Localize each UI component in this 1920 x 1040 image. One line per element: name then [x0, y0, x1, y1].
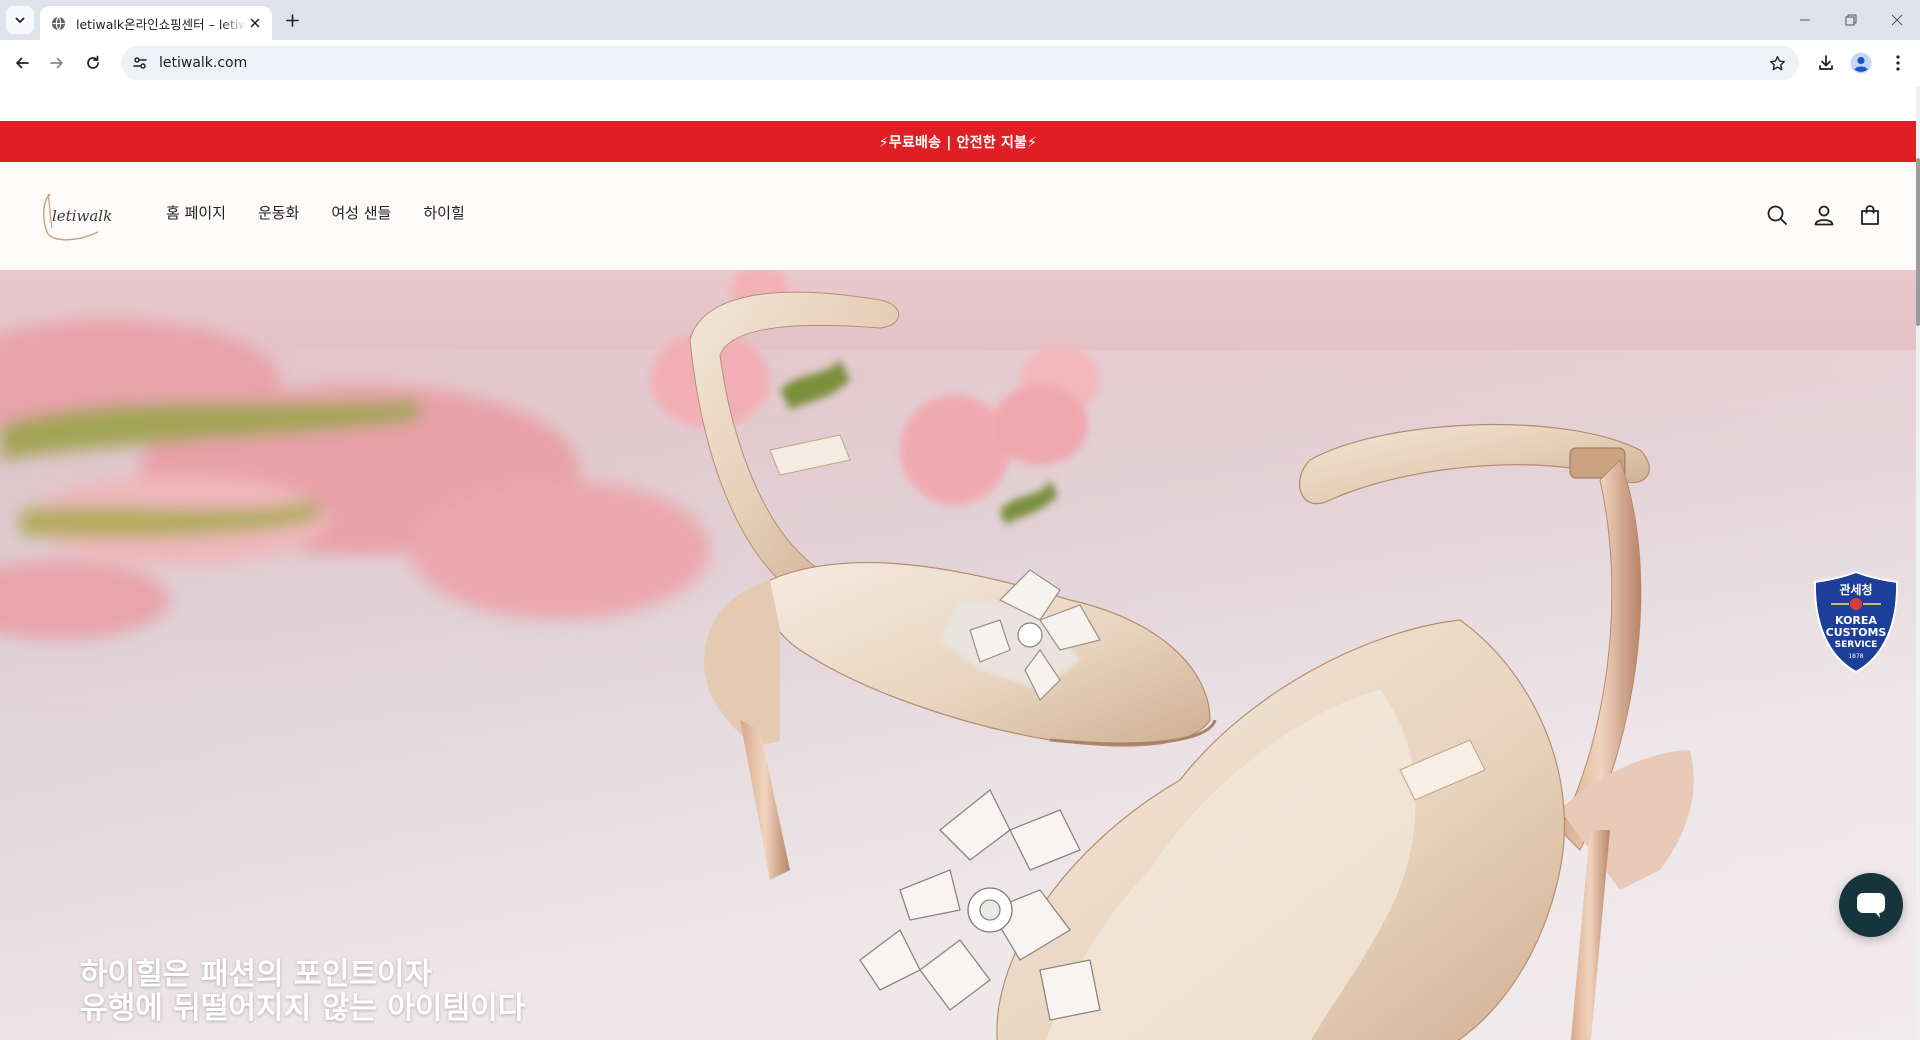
- page-scrollbar-thumb[interactable]: [1916, 158, 1920, 326]
- search-icon[interactable]: [1762, 200, 1792, 230]
- nav-high-heels[interactable]: 하이힐: [423, 202, 464, 223]
- nav-home[interactable]: 홈 페이지: [166, 202, 226, 223]
- profile-icon[interactable]: [1847, 49, 1875, 77]
- browser-tab-strip: letiwalk온라인쇼핑센터 – letiwalk: [0, 0, 1920, 40]
- chat-icon: [1857, 893, 1885, 918]
- site-info-icon[interactable]: [129, 52, 151, 74]
- tab-search-button[interactable]: [6, 6, 34, 34]
- star-icon[interactable]: [1767, 53, 1787, 73]
- restore-icon[interactable]: [1828, 0, 1874, 40]
- cart-icon[interactable]: [1855, 200, 1885, 230]
- back-icon[interactable]: [8, 49, 36, 77]
- badge-year: 1878: [1848, 653, 1863, 660]
- download-icon[interactable]: [1812, 49, 1840, 77]
- hero-banner[interactable]: 하이힐은 패션의 포인트이자 유행에 뒤떨어지지 않는 아이템이다: [0, 270, 1916, 1040]
- hero-image-roses-and-heels: [0, 270, 1694, 1040]
- plus-icon[interactable]: [281, 9, 303, 31]
- hero-headline: 하이힐은 패션의 포인트이자 유행에 뒤떨어지지 않는 아이템이다: [80, 958, 525, 1026]
- browser-tab-active[interactable]: letiwalk온라인쇼핑센터 – letiwalk: [40, 6, 272, 40]
- nav-sneakers[interactable]: 운동화: [258, 202, 299, 223]
- reload-icon[interactable]: [79, 49, 107, 77]
- minimize-icon[interactable]: [1782, 0, 1828, 40]
- web-page: ⚡무료배송 | 안전한 지불⚡ letiwalk 홈 페이지 운동화 여성 샌들…: [0, 86, 1920, 1040]
- account-icon[interactable]: [1809, 200, 1839, 230]
- site-logo[interactable]: letiwalk: [38, 188, 118, 244]
- announcement-text: ⚡무료배송 | 안전한 지불⚡: [878, 134, 1038, 151]
- globe-icon: [50, 15, 66, 31]
- browser-toolbar: letiwalk.com: [0, 40, 1920, 86]
- announcement-bar: ⚡무료배송 | 안전한 지불⚡: [0, 121, 1916, 162]
- site-header: letiwalk 홈 페이지 운동화 여성 샌들 하이힐: [0, 162, 1916, 270]
- close-icon[interactable]: [246, 14, 264, 32]
- kebab-menu-icon[interactable]: [1884, 49, 1912, 77]
- chat-button[interactable]: [1839, 873, 1903, 937]
- hero-headline-line-1: 하이힐은 패션의 포인트이자: [80, 957, 433, 992]
- window-close-icon[interactable]: [1874, 0, 1920, 40]
- nav-womens-sandals[interactable]: 여성 샌들: [331, 202, 391, 223]
- badge-title: 관세청: [1839, 582, 1872, 597]
- hero-headline-line-2: 유행에 뒤떨어지지 않는 아이템이다: [80, 991, 526, 1026]
- badge-line-3: SERVICE: [1835, 640, 1878, 650]
- address-bar[interactable]: letiwalk.com: [121, 46, 1799, 80]
- forward-icon[interactable]: [43, 49, 71, 77]
- tab-title: letiwalk온라인쇼핑센터 – letiwalk: [76, 16, 246, 32]
- main-navigation: 홈 페이지 운동화 여성 샌들 하이힐: [166, 202, 465, 223]
- logo-wordmark: letiwalk: [52, 207, 112, 225]
- korea-customs-badge[interactable]: 관세청 KOREA CUSTOMS SERVICE 1878: [1813, 570, 1899, 674]
- chevron-down-icon: [15, 17, 25, 23]
- url-text: letiwalk.com: [159, 55, 248, 71]
- badge-line-2: CUSTOMS: [1826, 626, 1887, 639]
